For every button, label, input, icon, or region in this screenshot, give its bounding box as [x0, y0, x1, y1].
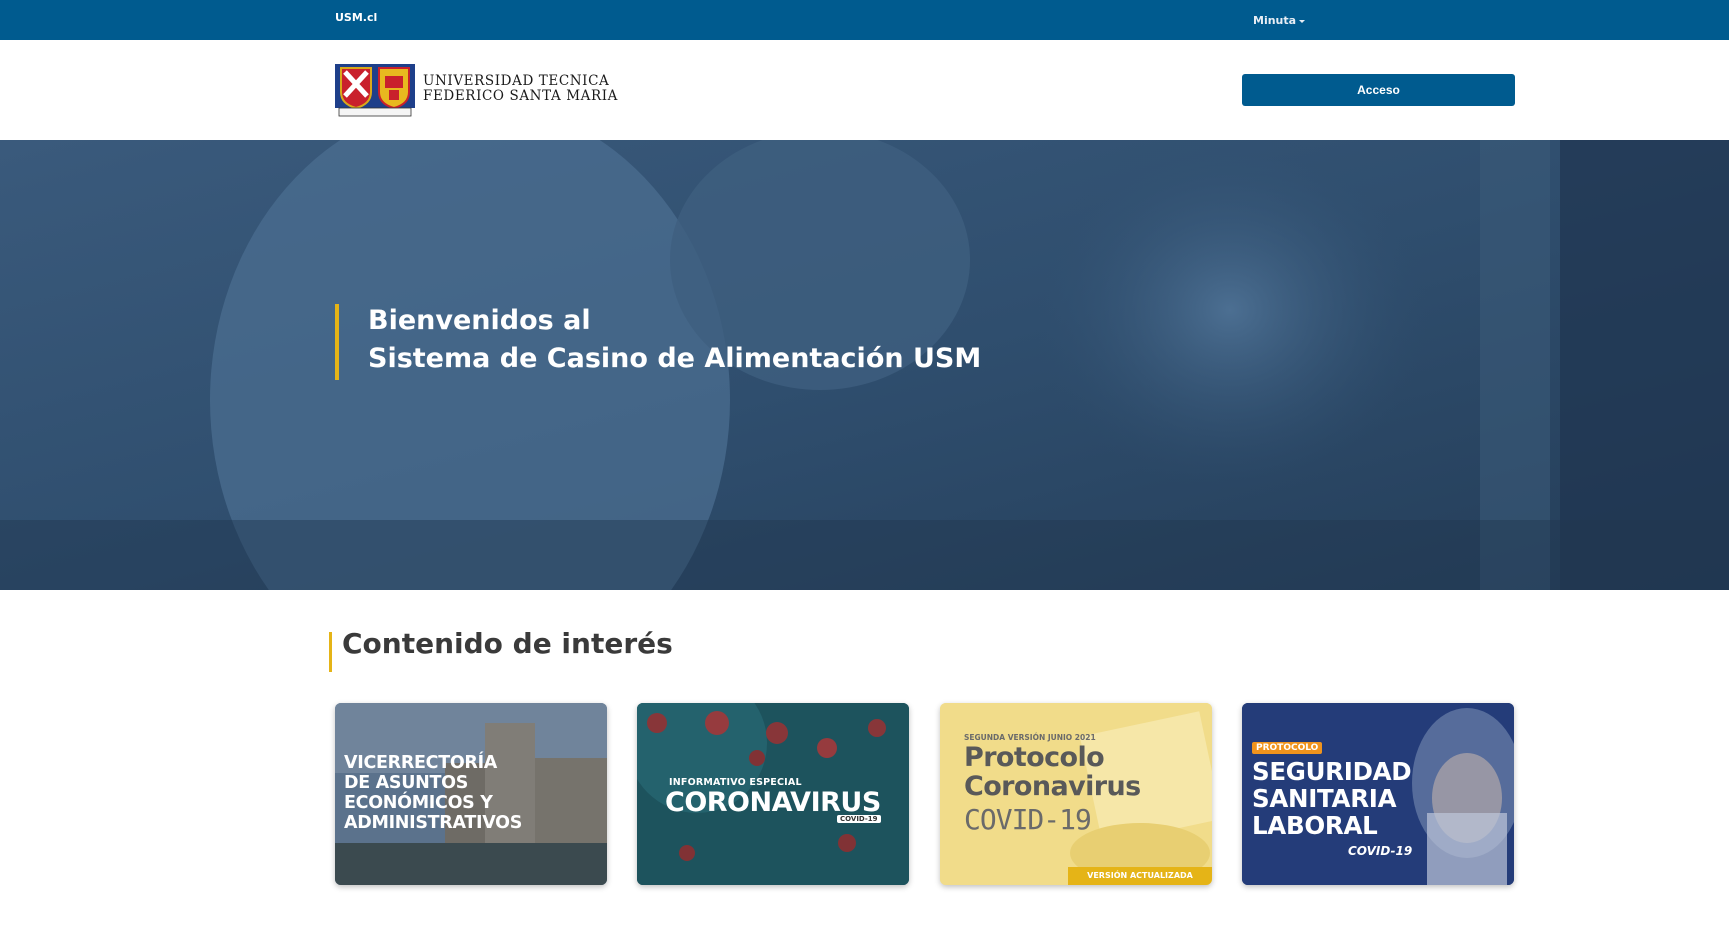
card-title-line: ADMINISTRATIVOS: [344, 813, 523, 833]
card-coronavirus-badge: COVID-19: [837, 815, 881, 823]
university-name: UNIVERSIDAD TECNICA FEDERICO SANTA MARIA: [423, 74, 618, 104]
card-title-line: SANITARIA: [1252, 784, 1397, 813]
minuta-dropdown[interactable]: Minuta: [1253, 14, 1306, 27]
card-seguridad-title: SEGURIDAD SANITARIA LABORAL: [1252, 757, 1412, 840]
card-protocolo-ribbon: VERSIÓN ACTUALIZADA: [1068, 867, 1212, 885]
university-name-line2: FEDERICO SANTA MARIA: [423, 88, 619, 104]
card-title-line: SEGURIDAD: [1252, 757, 1412, 786]
usm-home-link[interactable]: USM.cl: [335, 11, 377, 24]
card-seguridad[interactable]: PROTOCOLO SEGURIDAD SANITARIA LABORAL CO…: [1242, 703, 1514, 885]
site-header: UNIVERSIDAD TECNICA FEDERICO SANTA MARIA…: [0, 40, 1729, 140]
hero-title-line1: Bienvenidos al: [368, 305, 591, 336]
card-title-line: VICERRECTORÍA: [344, 753, 498, 773]
hero-accent-bar: [335, 304, 339, 380]
card-title-line: ECONÓMICOS Y: [344, 793, 493, 813]
card-protocolo-kicker: SEGUNDA VERSIÓN JUNIO 2021: [964, 733, 1096, 742]
hero-title-line2: Sistema de Casino de Alimentación USM: [368, 343, 982, 374]
minuta-label: Minuta: [1253, 14, 1297, 27]
hero-banner: Bienvenidos al Sistema de Casino de Alim…: [0, 140, 1729, 590]
card-vicerrectoria-title: VICERRECTORÍA DE ASUNTOS ECONÓMICOS Y AD…: [344, 753, 604, 833]
section-title: Contenido de interés: [342, 627, 673, 660]
top-bar: USM.cl Minuta: [0, 0, 1729, 40]
card-title-line: DE ASUNTOS: [344, 773, 468, 793]
card-seguridad-subtitle: COVID-19: [1348, 844, 1413, 858]
card-protocolo[interactable]: SEGUNDA VERSIÓN JUNIO 2021 Protocolo Cor…: [940, 703, 1212, 885]
usm-crest-logo: [335, 64, 415, 117]
card-protocolo-title: Protocolo Coronavirus: [964, 743, 1141, 801]
card-title-line: LABORAL: [1252, 811, 1378, 840]
card-protocolo-subtitle: COVID-19: [964, 803, 1092, 836]
card-coronavirus-title: CORONAVIRUS: [665, 787, 881, 818]
caret-down-icon: [1299, 19, 1306, 23]
section-accent-bar: [329, 632, 332, 672]
card-coronavirus[interactable]: INFORMATIVO ESPECIAL CORONAVIRUS COVID-1…: [637, 703, 909, 885]
card-vicerrectoria[interactable]: VICERRECTORÍA DE ASUNTOS ECONÓMICOS Y AD…: [335, 703, 607, 885]
card-title-line: Coronavirus: [964, 771, 1141, 802]
hero-title: Bienvenidos al Sistema de Casino de Alim…: [368, 302, 981, 378]
card-title-line: Protocolo: [964, 742, 1105, 773]
access-button[interactable]: Acceso: [1242, 74, 1515, 106]
university-name-line1: UNIVERSIDAD TECNICA: [423, 73, 610, 89]
card-seguridad-tag: PROTOCOLO: [1252, 742, 1323, 754]
